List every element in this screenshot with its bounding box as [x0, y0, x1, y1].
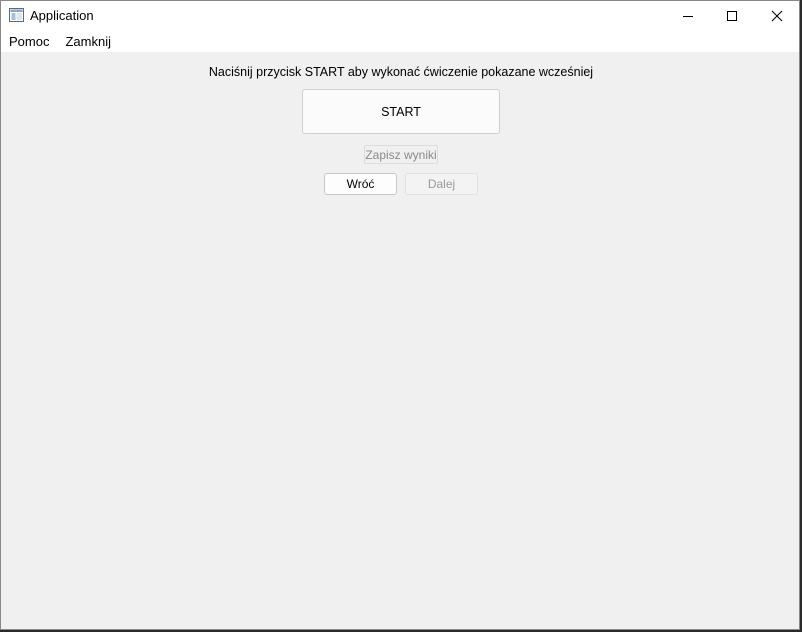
window-title: Application — [30, 8, 94, 23]
application-window: Application Pomoc Zamknij Naciśnij przyc… — [0, 0, 800, 630]
start-button[interactable]: START — [302, 89, 500, 134]
title-bar[interactable]: Application — [1, 1, 799, 31]
minimize-button[interactable] — [665, 1, 711, 31]
instruction-label: Naciśnij przycisk START aby wykonać ćwic… — [208, 65, 594, 79]
back-button[interactable]: Wróć — [324, 173, 397, 195]
next-button[interactable]: Dalej — [405, 173, 478, 195]
menu-pomoc[interactable]: Pomoc — [1, 31, 57, 52]
menu-bar: Pomoc Zamknij — [1, 31, 799, 52]
save-results-button[interactable]: Zapisz wyniki — [364, 145, 438, 164]
main-content: Naciśnij przycisk START aby wykonać ćwic… — [1, 52, 799, 629]
close-button[interactable] — [754, 1, 799, 31]
menu-zamknij[interactable]: Zamknij — [57, 31, 119, 52]
maximize-button[interactable] — [709, 1, 755, 31]
close-icon — [771, 10, 783, 22]
app-window-icon — [9, 8, 24, 22]
maximize-icon — [727, 11, 737, 21]
minimize-icon — [683, 16, 693, 17]
